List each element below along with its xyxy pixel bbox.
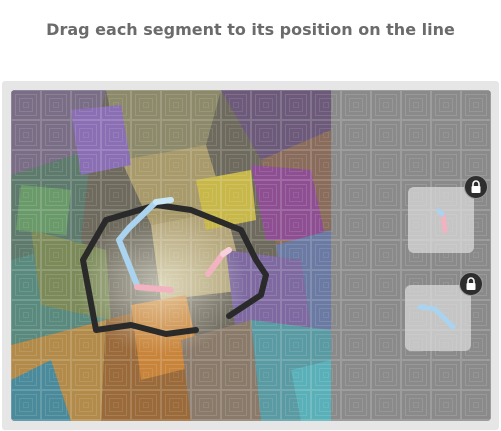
placed-pink-segment-tip: [220, 247, 232, 257]
captcha-page: Drag each segment to its position on the…: [0, 0, 501, 431]
lock-glyph: [471, 180, 481, 193]
lock-icon[interactable]: [464, 175, 488, 199]
lock-glyph: [466, 277, 476, 290]
lock-icon[interactable]: [459, 272, 483, 296]
puzzle-board: [11, 90, 491, 421]
placed-pink-segment: [134, 284, 174, 293]
board-canvas: [11, 90, 491, 421]
instruction-text: Drag each segment to its position on the…: [46, 20, 455, 39]
placed-blue-segment-tip: [153, 197, 174, 205]
